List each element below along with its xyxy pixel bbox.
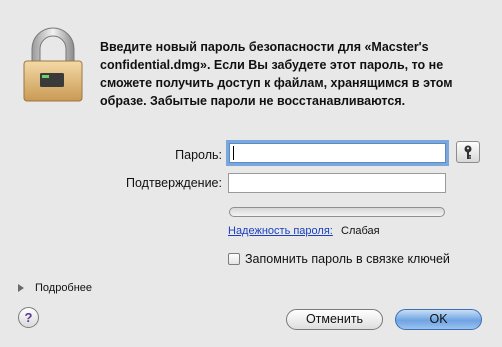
- password-strength-meter: [229, 207, 445, 217]
- details-disclosure-label[interactable]: Подробнее: [35, 282, 92, 294]
- help-button[interactable]: ?: [18, 307, 39, 328]
- cancel-button[interactable]: Отменить: [286, 309, 383, 330]
- checkbox-box[interactable]: [228, 253, 240, 265]
- password-strength-link[interactable]: Надежность пароля:: [228, 225, 333, 237]
- lock-icon: [23, 27, 83, 102]
- ok-button[interactable]: OK: [395, 309, 482, 330]
- disclosure-triangle-icon[interactable]: [18, 284, 24, 292]
- password-strength-value: Слабая: [341, 225, 380, 237]
- password-label: Пароль:: [175, 148, 222, 162]
- password-dialog: Введите новый пароль безопасности для «M…: [0, 0, 502, 347]
- confirm-label: Подтверждение:: [125, 176, 222, 190]
- password-assistant-button[interactable]: [456, 141, 480, 163]
- confirm-password-field[interactable]: [228, 173, 446, 193]
- text-caret: [233, 146, 234, 160]
- password-field[interactable]: [229, 143, 446, 163]
- dialog-message: Введите новый пароль безопасности для «M…: [100, 40, 453, 108]
- key-icon: [464, 145, 472, 159]
- remember-in-keychain-label[interactable]: Запомнить пароль в связке ключей: [245, 252, 450, 266]
